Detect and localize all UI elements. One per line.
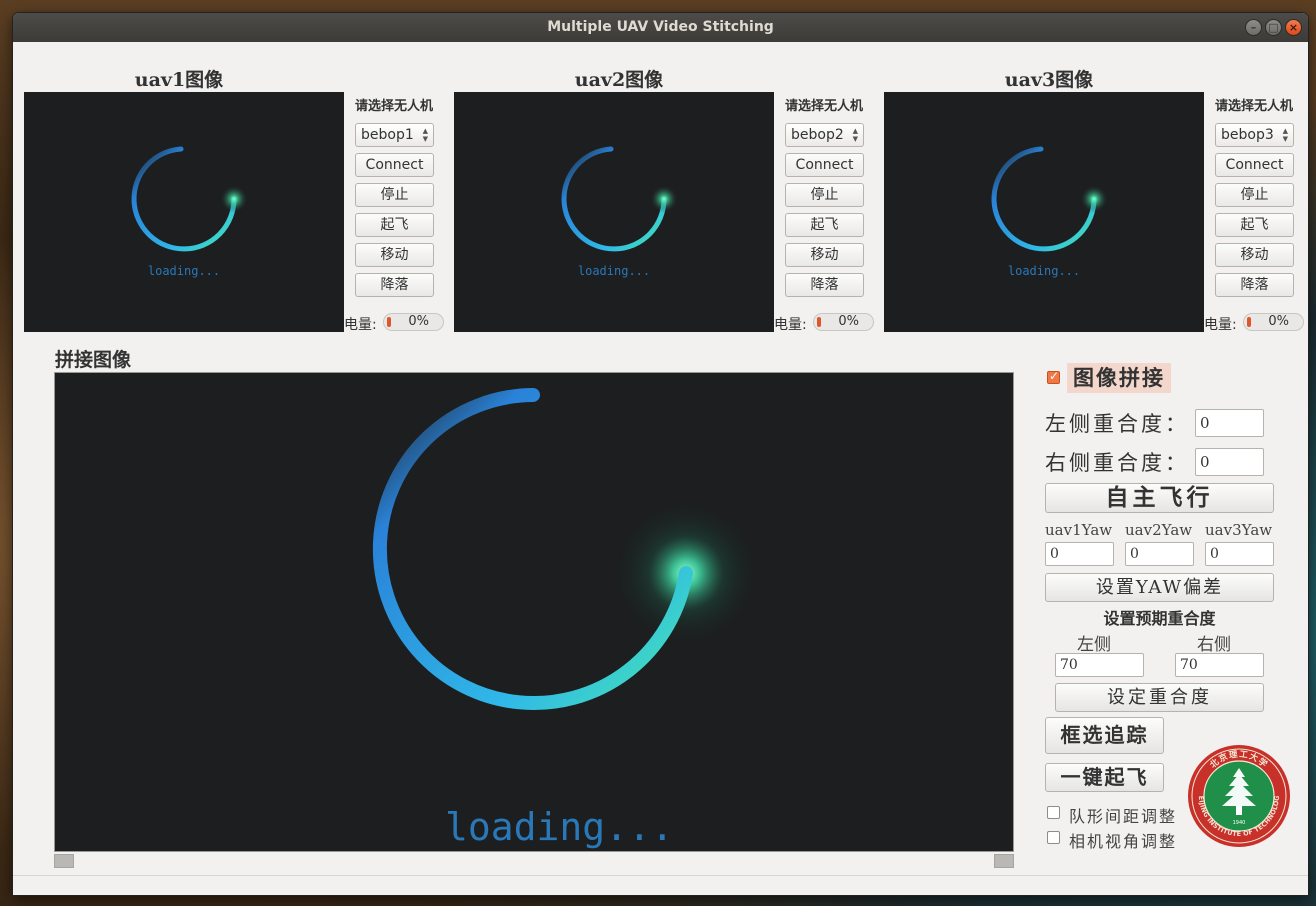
stitch-checkbox-label[interactable]: 图像拼接 — [1067, 363, 1171, 393]
one-key-takeoff-button[interactable]: 一键起飞 — [1045, 763, 1164, 792]
close-icon[interactable]: × — [1285, 19, 1302, 36]
uav3-land-button[interactable]: 降落 — [1215, 273, 1294, 297]
right-expected-label: 右侧 — [1197, 635, 1231, 655]
uav3-takeoff-button[interactable]: 起飞 — [1215, 213, 1294, 237]
uav1-connect-button[interactable]: Connect — [355, 153, 434, 177]
uav1-loading-spinner — [131, 146, 248, 252]
uav1-title: uav1图像 — [134, 69, 224, 91]
uav3-battery-label: 电量: — [1204, 317, 1237, 333]
uav2-loading-text: loading... — [577, 264, 651, 278]
uav2-drone-select[interactable]: bebop2 ▲ ▼ — [785, 123, 864, 147]
camera-checkbox[interactable] — [1047, 831, 1060, 844]
uav3-yaw-label: uav3Yaw — [1205, 521, 1273, 539]
uav1-drone-select[interactable]: bebop1 ▲ ▼ — [355, 123, 434, 147]
formation-checkbox-label[interactable]: 队形间距调整 — [1069, 803, 1177, 827]
uav3-select-label: 请选择无人机 — [1214, 99, 1293, 114]
uav1-yaw-label: uav1Yaw — [1045, 521, 1113, 539]
box-track-button[interactable]: 框选追踪 — [1045, 717, 1164, 754]
uav2-video: loading... — [454, 92, 774, 332]
uav2-yaw-input[interactable]: 0 — [1125, 542, 1194, 566]
status-divider — [13, 875, 1308, 876]
left-overlap-input[interactable]: 0 — [1195, 409, 1264, 437]
uav2-stop-button[interactable]: 停止 — [785, 183, 864, 207]
uav2-takeoff-button[interactable]: 起飞 — [785, 213, 864, 237]
formation-checkbox[interactable] — [1047, 806, 1060, 819]
uav1-battery-bar: 0% — [383, 313, 444, 331]
window-titlebar: Multiple UAV Video Stitching – □ × — [13, 13, 1308, 42]
left-expected-input[interactable]: 70 — [1055, 653, 1144, 677]
uav3-drone-select[interactable]: bebop3 ▲ ▼ — [1215, 123, 1294, 147]
uav3-title: uav3图像 — [1004, 69, 1094, 91]
uav1-video: loading... — [24, 92, 344, 332]
uav2-select-label: 请选择无人机 — [784, 99, 863, 114]
stitch-title: 拼接图像 — [55, 349, 132, 371]
uav3-battery-value: 0% — [1268, 314, 1289, 329]
uav2-drone-value: bebop2 — [791, 127, 844, 143]
right-overlap-label: 右侧重合度： — [1045, 451, 1189, 475]
scroll-left-handle[interactable] — [54, 854, 74, 868]
maximize-icon[interactable]: □ — [1265, 19, 1282, 36]
uav1-move-button[interactable]: 移动 — [355, 243, 434, 267]
uav1-select-label: 请选择无人机 — [354, 99, 433, 114]
camera-checkbox-label[interactable]: 相机视角调整 — [1069, 828, 1177, 852]
uav2-land-button[interactable]: 降落 — [785, 273, 864, 297]
uav1-drone-value: bebop1 — [361, 127, 414, 143]
window-title: Multiple UAV Video Stitching — [547, 19, 774, 35]
uav1-loading-text: loading... — [147, 264, 221, 278]
autonomous-flight-button[interactable]: 自主飞行 — [1045, 483, 1274, 513]
uav3-battery-fill — [1247, 317, 1251, 327]
uav2-battery-bar: 0% — [813, 313, 874, 331]
uav3-yaw-input[interactable]: 0 — [1205, 542, 1274, 566]
stitch-loading-spinner — [372, 388, 761, 710]
uav1-battery-value: 0% — [408, 314, 429, 329]
logo-year: 1940 — [1233, 820, 1246, 826]
uav2-loading-spinner — [561, 146, 678, 252]
uav3-loading-spinner — [991, 146, 1108, 252]
uav1-stop-button[interactable]: 停止 — [355, 183, 434, 207]
uav3-move-button[interactable]: 移动 — [1215, 243, 1294, 267]
uav2-title: uav2图像 — [574, 69, 664, 91]
uav1-takeoff-button[interactable]: 起飞 — [355, 213, 434, 237]
uav2-move-button[interactable]: 移动 — [785, 243, 864, 267]
uav3-connect-button[interactable]: Connect — [1215, 153, 1294, 177]
scroll-right-handle[interactable] — [994, 854, 1014, 868]
uav1-land-button[interactable]: 降落 — [355, 273, 434, 297]
expected-overlap-title: 设置预期重合度 — [1103, 609, 1216, 628]
set-yaw-button[interactable]: 设置YAW偏差 — [1045, 573, 1274, 602]
spin-arrows-icon: ▲ ▼ — [422, 127, 428, 143]
stitch-loading-text: loading... — [445, 805, 674, 849]
spin-arrows-icon: ▲ ▼ — [1282, 127, 1288, 143]
right-expected-input[interactable]: 70 — [1175, 653, 1264, 677]
uav3-loading-text: loading... — [1007, 264, 1081, 278]
app-window: Multiple UAV Video Stitching – □ × uav1图… — [13, 13, 1308, 895]
set-overlap-button[interactable]: 设定重合度 — [1055, 683, 1264, 712]
right-overlap-input[interactable]: 0 — [1195, 448, 1264, 476]
bit-logo: 1940 BEIJING INSTITUTE OF TECHNOLOGY 北京理… — [1186, 744, 1290, 847]
stitch-video: loading... — [54, 372, 1014, 852]
uav2-battery-fill — [817, 317, 821, 327]
uav1-battery-label: 电量: — [344, 317, 377, 333]
uav2-battery-value: 0% — [838, 314, 859, 329]
uav3-drone-value: bebop3 — [1221, 127, 1274, 143]
uav3-stop-button[interactable]: 停止 — [1215, 183, 1294, 207]
uav2-battery-label: 电量: — [774, 317, 807, 333]
left-expected-label: 左侧 — [1077, 635, 1111, 655]
uav3-battery-bar: 0% — [1243, 313, 1304, 331]
uav1-battery-fill — [387, 317, 391, 327]
uav2-yaw-label: uav2Yaw — [1125, 521, 1193, 539]
minimize-icon[interactable]: – — [1245, 19, 1262, 36]
uav2-connect-button[interactable]: Connect — [785, 153, 864, 177]
uav1-yaw-input[interactable]: 0 — [1045, 542, 1114, 566]
stitch-checkbox[interactable] — [1047, 369, 1060, 384]
spin-arrows-icon: ▲ ▼ — [852, 127, 858, 143]
left-overlap-label: 左侧重合度： — [1045, 412, 1189, 436]
uav3-video: loading... — [884, 92, 1204, 332]
